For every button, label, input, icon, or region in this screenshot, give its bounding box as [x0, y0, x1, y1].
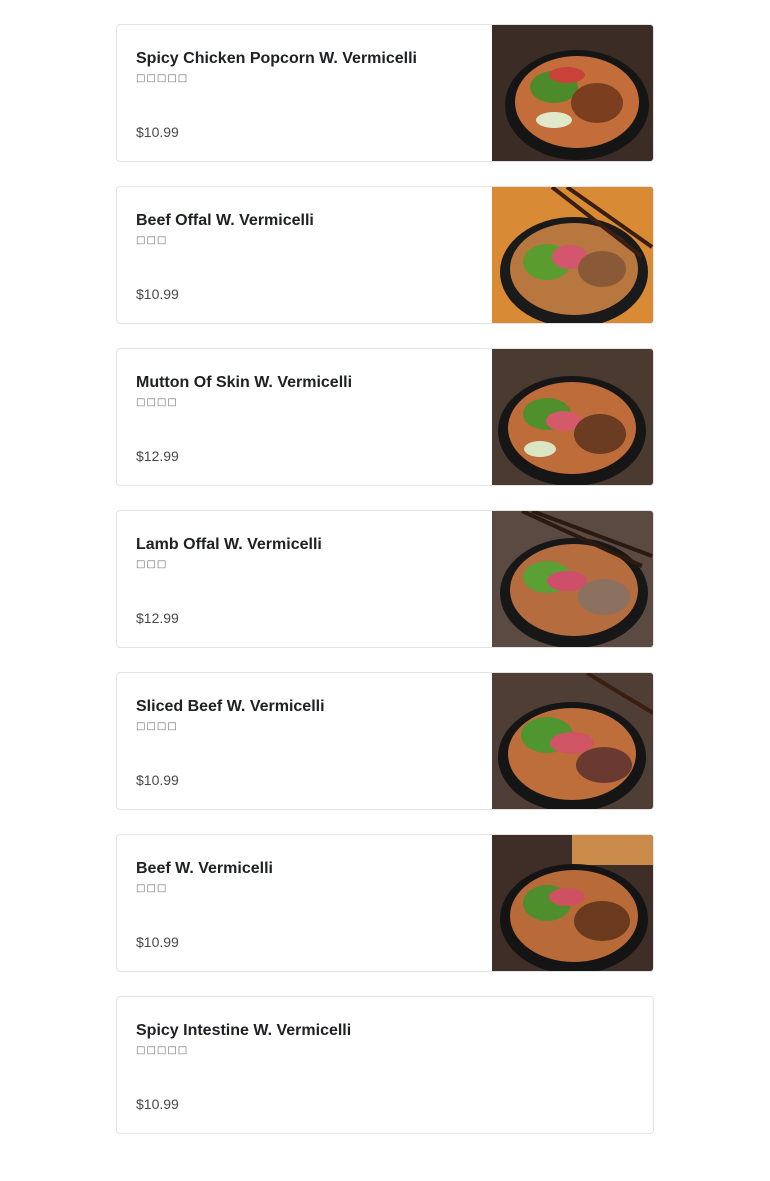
- noodle-bowl-photo-icon: [492, 835, 653, 971]
- menu-item-subtitle: □□□: [136, 883, 168, 894]
- menu-item-info: Lamb Offal W. Vermicelli □□□ $12.99: [117, 511, 492, 647]
- noodle-bowl-photo-icon: [492, 187, 653, 323]
- menu-item-list: □□□□□ Spicy Chicken Popcorn W. Vermicell…: [116, 0, 654, 1158]
- menu-item-subtitle: □□□: [136, 235, 168, 246]
- menu-item-photo[interactable]: [492, 187, 653, 323]
- menu-item-info: Spicy Intestine W. Vermicelli □□□□□ $10.…: [117, 997, 653, 1133]
- menu-item-price: $10.99: [136, 934, 179, 950]
- menu-item-name: Sliced Beef W. Vermicelli: [136, 698, 325, 715]
- menu-item-photo[interactable]: [492, 835, 653, 971]
- menu-item-card[interactable]: Beef Offal W. Vermicelli □□□ $10.99: [116, 186, 654, 324]
- noodle-bowl-photo-icon: [492, 511, 653, 647]
- menu-item-photo[interactable]: [492, 25, 653, 161]
- menu-item-photo[interactable]: [492, 673, 653, 809]
- menu-item-info: Mutton Of Skin W. Vermicelli □□□□ $12.99: [117, 349, 492, 485]
- menu-item-photo[interactable]: [492, 349, 653, 485]
- menu-item-card[interactable]: Sliced Beef W. Vermicelli □□□□ $10.99: [116, 672, 654, 810]
- menu-item-card[interactable]: Beef W. Vermicelli □□□ $10.99: [116, 834, 654, 972]
- menu-item-name: Beef W. Vermicelli: [136, 860, 273, 877]
- menu-item-price: $10.99: [136, 1096, 179, 1112]
- menu-item-subtitle: □□□: [136, 559, 168, 570]
- menu-item-name: Beef Offal W. Vermicelli: [136, 212, 314, 229]
- menu-item-name: Spicy Intestine W. Vermicelli: [136, 1022, 352, 1039]
- menu-item-name: Spicy Chicken Popcorn W. Vermicelli: [136, 50, 417, 67]
- menu-item-name: Lamb Offal W. Vermicelli: [136, 536, 322, 553]
- menu-item-subtitle: □□□□□: [136, 73, 189, 84]
- menu-item-card[interactable]: Lamb Offal W. Vermicelli □□□ $12.99: [116, 510, 654, 648]
- menu-item-subtitle: □□□□□: [136, 1045, 189, 1056]
- menu-item-info: Sliced Beef W. Vermicelli □□□□ $10.99: [117, 673, 492, 809]
- menu-item-photo[interactable]: [492, 511, 653, 647]
- menu-item-info: Beef W. Vermicelli □□□ $10.99: [117, 835, 492, 971]
- noodle-bowl-photo-icon: [492, 25, 653, 161]
- menu-item-price: $10.99: [136, 124, 179, 140]
- menu-item-price: $12.99: [136, 610, 179, 626]
- menu-item-price: $10.99: [136, 286, 179, 302]
- menu-item-subtitle: □□□□: [136, 721, 178, 732]
- menu-item-card[interactable]: Spicy Intestine W. Vermicelli □□□□□ $10.…: [116, 996, 654, 1134]
- menu-item-name: Mutton Of Skin W. Vermicelli: [136, 374, 353, 391]
- noodle-bowl-photo-icon: [492, 349, 653, 485]
- menu-item-card[interactable]: Mutton Of Skin W. Vermicelli □□□□ $12.99: [116, 348, 654, 486]
- menu-item-card[interactable]: Spicy Chicken Popcorn W. Vermicelli □□□□…: [116, 24, 654, 162]
- menu-item-info: Beef Offal W. Vermicelli □□□ $10.99: [117, 187, 492, 323]
- menu-item-price: $12.99: [136, 448, 179, 464]
- noodle-bowl-photo-icon: [492, 673, 653, 809]
- menu-item-price: $10.99: [136, 772, 179, 788]
- menu-item-info: Spicy Chicken Popcorn W. Vermicelli □□□□…: [117, 25, 492, 161]
- menu-item-subtitle: □□□□: [136, 397, 178, 408]
